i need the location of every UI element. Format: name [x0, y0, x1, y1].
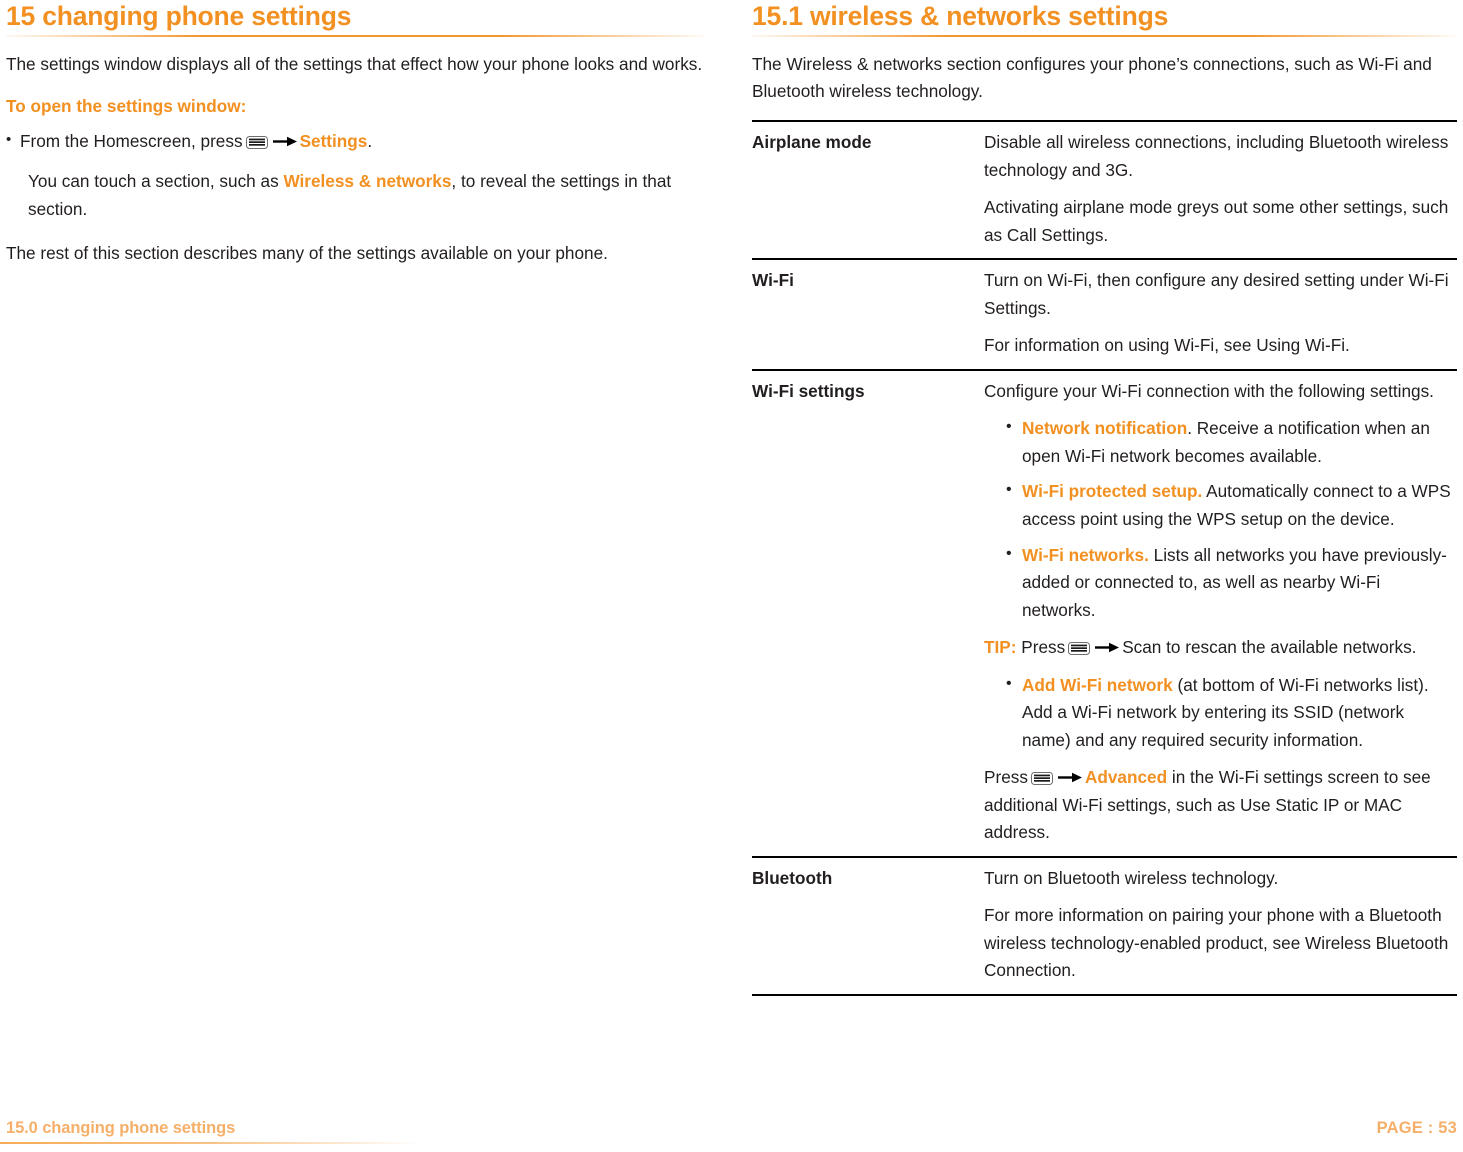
description-paragraph: For more information on pairing your pho…: [984, 905, 1449, 981]
menu-key-icon: [1068, 642, 1091, 656]
menu-key-icon: [245, 136, 268, 150]
settings-table: Airplane mode Disable all wireless conne…: [752, 120, 1457, 995]
setting-term: Wi-Fi: [752, 270, 794, 291]
subsection-divider: [752, 34, 1457, 37]
table-row: Airplane mode Disable all wireless conne…: [752, 121, 1457, 259]
footer-divider: [0, 1142, 420, 1144]
tip-suffix: Scan to rescan the available networks.: [1122, 637, 1417, 658]
wifi-networks-link[interactable]: Wi-Fi networks.: [1022, 545, 1149, 565]
subsection-heading: To open the settings window:: [6, 96, 247, 117]
description-paragraph: For information on using Wi-Fi, see Usin…: [984, 335, 1350, 356]
network-notification-link[interactable]: Network notification: [1022, 418, 1187, 438]
steps-list: From the Homescreen, press Settings.: [6, 128, 706, 156]
description-lead: Configure your Wi-Fi connection with the…: [984, 380, 1434, 401]
closing-paragraph: The rest of this section describes many …: [6, 242, 608, 263]
document-page: 15 changing phone settings The settings …: [0, 0, 1463, 1152]
setting-term: Wi-Fi settings: [752, 380, 865, 401]
page-title: 15 changing phone settings: [6, 1, 352, 31]
description-paragraph: Activating airplane mode greys out some …: [984, 197, 1449, 245]
wireless-networks-link[interactable]: Wireless & networks: [283, 171, 451, 191]
setting-term: Airplane mode: [752, 132, 872, 153]
intro-paragraph: The settings window displays all of the …: [6, 53, 703, 74]
setting-description: Configure your Wi-Fi connection with the…: [984, 370, 1457, 857]
advanced-prefix: Press: [984, 767, 1028, 788]
indented-prefix: You can touch a section, such as: [28, 171, 284, 192]
tip-paragraph: TIP: Press Scan to rescan the available n…: [984, 634, 1457, 662]
list-item: Network notification. Receive a notifica…: [1006, 414, 1457, 470]
list-item: From the Homescreen, press Settings.: [6, 128, 706, 156]
indented-note: You can touch a section, such as Wireles…: [6, 168, 706, 224]
description-paragraph: Turn on Wi-Fi, then configure any desire…: [984, 270, 1449, 318]
page-number: PAGE : 53: [1376, 1119, 1457, 1137]
subsection-title: 15.1 wireless & networks settings: [752, 1, 1169, 31]
description-paragraph: Disable all wireless connections, includ…: [984, 132, 1449, 180]
table-row: Bluetooth Turn on Bluetooth wireless tec…: [752, 856, 1457, 995]
setting-description: Turn on Wi-Fi, then configure any desire…: [984, 259, 1457, 370]
tip-label: TIP:: [984, 637, 1017, 658]
setting-term: Bluetooth: [752, 867, 833, 888]
settings-link[interactable]: Settings: [300, 131, 368, 151]
footer-row: 15.0 changing phone settings PAGE : 53: [0, 1108, 1463, 1138]
right-arrow-icon: [272, 135, 298, 148]
description-paragraph: Turn on Bluetooth wireless technology.: [984, 867, 1279, 888]
title-divider: [6, 34, 706, 37]
setting-description: Turn on Bluetooth wireless technology. F…: [984, 857, 1457, 995]
advanced-paragraph: Press Advanced in the Wi-Fi settings scre…: [984, 764, 1457, 847]
table-row: Wi-Fi settings Configure your Wi-Fi conn…: [752, 369, 1457, 857]
advanced-link[interactable]: Advanced: [1085, 767, 1167, 787]
settings-bullet-list: Network notification. Receive a notifica…: [984, 414, 1457, 625]
right-column: 15.1 wireless & networks settings The Wi…: [740, 0, 1463, 996]
step-text-suffix: .: [367, 131, 373, 152]
table-row: Wi-Fi Turn on Wi-Fi, then configure any …: [752, 259, 1457, 370]
subsection-intro: The Wireless & networks section configur…: [752, 53, 1432, 102]
right-arrow-icon: [1094, 641, 1120, 654]
right-arrow-icon: [1057, 771, 1083, 784]
list-item: Wi-Fi networks. Lists all networks you h…: [1006, 541, 1457, 625]
step-text-prefix: From the Homescreen, press: [20, 131, 243, 152]
list-item: Add Wi-Fi network (at bottom of Wi-Fi ne…: [1006, 671, 1457, 755]
left-column: 15 changing phone settings The settings …: [0, 0, 740, 996]
add-wifi-network-link[interactable]: Add Wi-Fi network: [1022, 675, 1173, 695]
list-item: Wi-Fi protected setup. Automatically con…: [1006, 477, 1457, 533]
page-footer: 15.0 changing phone settings PAGE : 53: [0, 1108, 1463, 1152]
footer-section-label: 15.0 changing phone settings: [6, 1119, 236, 1137]
setting-description: Disable all wireless connections, includ…: [984, 121, 1457, 259]
wifi-protected-setup-link[interactable]: Wi-Fi protected setup.: [1022, 481, 1202, 501]
menu-key-icon: [1030, 772, 1053, 786]
settings-bullet-list-2: Add Wi-Fi network (at bottom of Wi-Fi ne…: [984, 671, 1457, 755]
two-column-layout: 15 changing phone settings The settings …: [0, 0, 1463, 996]
tip-prefix: Press: [1021, 637, 1066, 658]
